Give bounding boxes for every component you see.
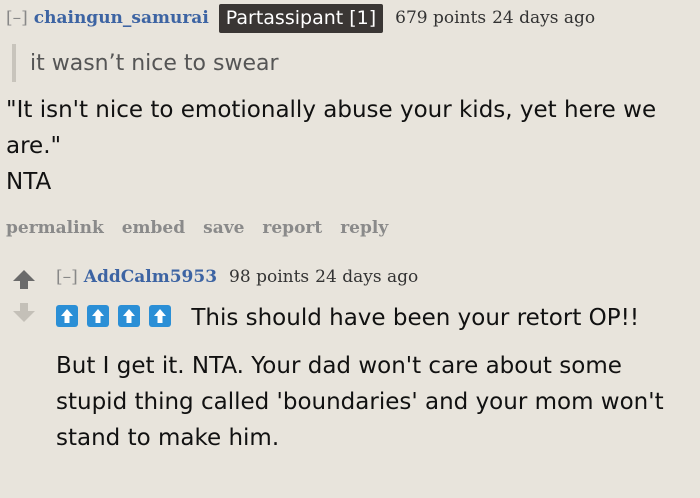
- user-flair-badge: Partassipant [1]: [218, 3, 384, 33]
- child-comment-tagline: [–] AddCalm5953 98 points 24 days ago: [56, 263, 418, 291]
- parent-score: 679 points: [395, 8, 487, 28]
- embed-button[interactable]: embed: [122, 218, 185, 238]
- child-timestamp: 24 days ago: [315, 267, 419, 287]
- parent-timestamp: 24 days ago: [492, 8, 596, 28]
- permalink-button[interactable]: permalink: [6, 218, 104, 238]
- vote-controls: [10, 270, 38, 322]
- save-button[interactable]: save: [203, 218, 244, 238]
- downvote-arrow-stem: [20, 303, 28, 311]
- parent-comment-tagline: [–] chaingun_samurai Partassipant [1] 67…: [6, 3, 595, 33]
- child-paragraph: But I get it. NTA. Your dad won't care a…: [56, 353, 664, 451]
- parent-body-line: "It isn't nice to emotionally abuse your…: [6, 97, 657, 159]
- collapse-toggle[interactable]: [–]: [56, 267, 78, 287]
- child-paragraph-text: This should have been your retort OP!!: [191, 305, 640, 331]
- child-paragraph: This should have been your retort OP!!: [56, 300, 686, 336]
- up-arrow-emoji-icon: [149, 305, 171, 327]
- child-author-link[interactable]: AddCalm5953: [84, 267, 217, 287]
- parent-author-link[interactable]: chaingun_samurai: [34, 8, 209, 28]
- report-button[interactable]: report: [262, 218, 322, 238]
- up-arrow-emoji-icon: [87, 305, 109, 327]
- parent-comment-body: "It isn't nice to emotionally abuse your…: [6, 92, 686, 200]
- emoji-group: [56, 305, 187, 331]
- downvote-arrow-icon[interactable]: [13, 311, 35, 322]
- quoted-text: it wasn’t nice to swear: [12, 44, 279, 82]
- collapse-toggle[interactable]: [–]: [6, 8, 28, 28]
- comment-action-buttons: permalink embed save report reply: [6, 218, 388, 238]
- reply-button[interactable]: reply: [340, 218, 388, 238]
- upvote-arrow-stem: [20, 281, 28, 289]
- child-comment-body: This should have been your retort OP!! B…: [56, 300, 686, 456]
- parent-body-line: NTA: [6, 169, 52, 195]
- up-arrow-emoji-icon: [118, 305, 140, 327]
- up-arrow-emoji-icon: [56, 305, 78, 327]
- upvote-arrow-icon[interactable]: [13, 270, 35, 281]
- child-score: 98 points: [229, 267, 310, 287]
- quote-content: it wasn’t nice to swear: [30, 50, 279, 76]
